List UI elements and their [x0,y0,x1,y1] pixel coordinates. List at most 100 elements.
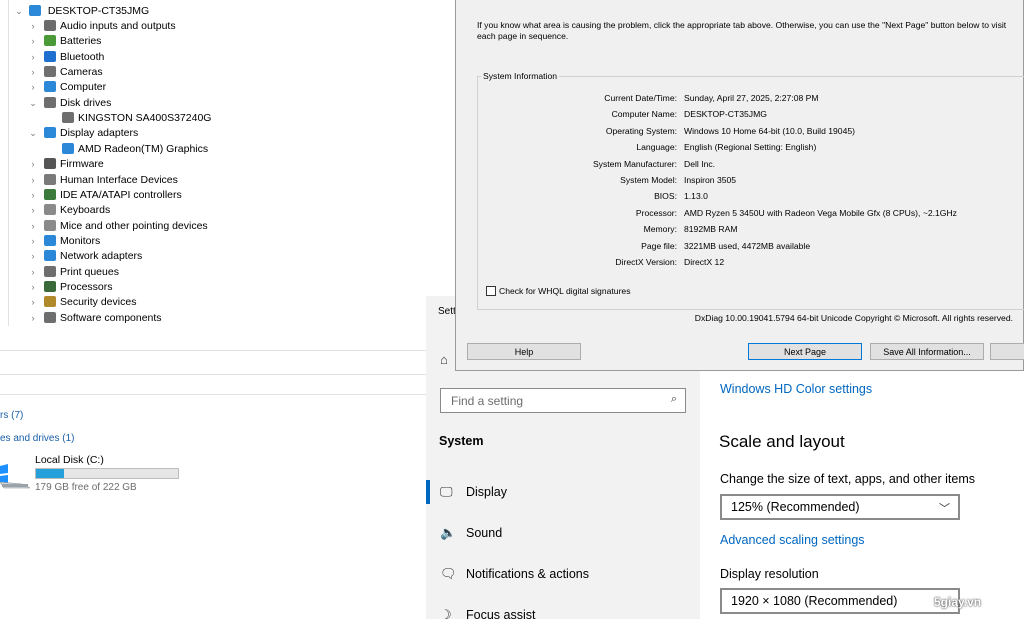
tree-category[interactable]: › IDE ATA/ATAPI controllers [28,188,182,203]
tree-category[interactable]: › Batteries [28,34,101,49]
settings-nav-display[interactable]: 🖵 Display [426,480,507,504]
system-info-label: BIOS: [654,191,677,202]
dxdiag-intro: If you know what area is causing the pro… [477,20,1007,41]
chevron-down-icon[interactable]: ⌄ [28,96,38,111]
device-category-icon [44,250,56,262]
notification-icon: 🗨 [440,566,457,581]
chevron-right-icon[interactable]: › [28,265,38,280]
chevron-right-icon[interactable]: › [28,249,38,264]
home-icon[interactable]: ⌂ [440,352,448,367]
chevron-right-icon[interactable]: › [28,295,38,310]
settings-nav-notifications[interactable]: 🗨 Notifications & actions [440,566,589,582]
chevron-right-icon[interactable]: › [28,203,38,218]
tree-category[interactable]: › Print queues [28,265,119,280]
tree-category[interactable]: › Human Interface Devices [28,173,178,188]
chevron-right-icon[interactable]: › [28,157,38,172]
chevron-down-icon[interactable]: ⌄ [28,126,38,141]
chevron-right-icon[interactable]: › [28,188,38,203]
settings-section-title: System [439,434,484,448]
search-box[interactable]: Find a setting ⌕ [440,388,686,413]
divider [0,394,426,395]
tree-root[interactable]: ⌄ DESKTOP-CT35JMG [14,4,149,19]
drive-free-text: 179 GB free of 222 GB [35,482,137,493]
tree-category[interactable]: › Software components [28,311,162,326]
tree-item-label: Disk drives [60,96,112,109]
tree-category[interactable]: › Network adapters [28,249,142,264]
system-info-label: Current Date/Time: [604,93,677,103]
system-info-value: Dell Inc. [684,158,716,169]
exit-button[interactable] [990,343,1024,360]
tree-item-label: Batteries [60,35,102,48]
tree-category[interactable]: › Keyboards [28,203,110,218]
tree-category[interactable]: › Security devices [28,295,136,310]
search-icon[interactable]: ⌕ [671,393,677,406]
tree-item-label: Display adapters [60,127,139,140]
advanced-scaling-link[interactable]: Advanced scaling settings [720,533,865,547]
scale-dropdown[interactable]: 125% (Recommended) ﹀ [720,494,960,520]
chevron-right-icon[interactable]: › [28,50,38,65]
chevron-right-icon[interactable]: › [28,219,38,234]
settings-nav-focus[interactable]: ☽ Focus assist [440,607,535,623]
drive-usage-fill [36,469,64,478]
monitor-icon: 🖵 [440,484,453,499]
tree-category[interactable]: › Cameras [28,65,103,80]
whql-label[interactable]: Check for WHQL digital signatures [499,286,631,296]
settings-title: Sett [438,306,456,317]
device-category-icon [44,296,56,308]
section-drives-header[interactable]: es and drives (1) [0,433,74,444]
drive-icon [0,464,30,489]
save-all-information-button[interactable]: Save All Information... [870,343,984,360]
tree-item-label: KINGSTON SA400S37240G [78,112,212,125]
chevron-right-icon[interactable]: › [28,280,38,295]
tree-item-label: Computer [60,81,107,94]
chevron-right-icon[interactable]: › [28,19,38,34]
tree-device[interactable]: AMD Radeon(TM) Graphics [46,142,208,157]
tree-device[interactable]: KINGSTON SA400S37240G [46,111,211,126]
device-category-icon [44,96,56,108]
drive-usage-bar [35,468,179,479]
settings-nav-sound[interactable]: 🔈 Sound [440,525,502,541]
scale-heading: Scale and layout [719,432,845,451]
tree-category[interactable]: › Computer [28,80,106,95]
tree-category[interactable]: ⌄ Display adapters [28,126,138,141]
tree-item-label: AMD Radeon(TM) Graphics [78,142,209,155]
device-manager-window: ⌄ DESKTOP-CT35JMG › Audio inputs and outp… [0,0,459,327]
next-page-button[interactable]: Next Page [748,343,862,360]
device-category-icon [44,234,56,246]
tree-category[interactable]: › Mice and other pointing devices [28,219,208,234]
divider [0,374,426,375]
divider [0,350,426,351]
chevron-down-icon[interactable]: ⌄ [14,4,24,19]
system-info-value: DESKTOP-CT35JMG [684,109,767,120]
resolution-dropdown[interactable]: 1920 × 1080 (Recommended) [720,588,960,614]
help-button[interactable]: Help [467,343,581,360]
local-disk-item[interactable]: Local Disk (C:) 179 GB free of 222 GB [0,454,200,496]
device-category-icon [44,173,56,185]
tree-category[interactable]: › Audio inputs and outputs [28,19,176,34]
device-category-icon [44,127,56,139]
whql-checkbox[interactable] [486,286,496,296]
search-input[interactable]: Find a setting [451,394,523,408]
hd-color-link[interactable]: Windows HD Color settings [720,382,872,396]
settings-nav-label: Notifications & actions [466,567,589,581]
device-category-icon [62,142,74,154]
system-info-title: System Information [481,71,560,81]
tree-category[interactable]: › Monitors [28,234,100,249]
chevron-right-icon[interactable]: › [28,65,38,80]
device-category-icon [62,112,74,124]
section-devices-header[interactable]: rs (7) [0,410,23,421]
device-category-icon [44,66,56,78]
tree-category[interactable]: › Bluetooth [28,50,104,65]
chevron-right-icon[interactable]: › [28,234,38,249]
tree-category[interactable]: › Firmware [28,157,104,172]
tree-category[interactable]: ⌄ Disk drives [28,96,111,111]
chevron-right-icon[interactable]: › [28,173,38,188]
chevron-right-icon[interactable]: › [28,80,38,95]
moon-icon: ☽ [440,607,452,622]
chevron-right-icon[interactable]: › [28,311,38,326]
watermark: 5giay.vn [934,595,982,609]
system-info-value: AMD Ryzen 5 3450U with Radeon Vega Mobil… [684,207,957,218]
tree-category[interactable]: › Processors [28,280,113,295]
chevron-right-icon[interactable]: › [28,34,38,49]
tree-item-label: Bluetooth [60,50,105,63]
